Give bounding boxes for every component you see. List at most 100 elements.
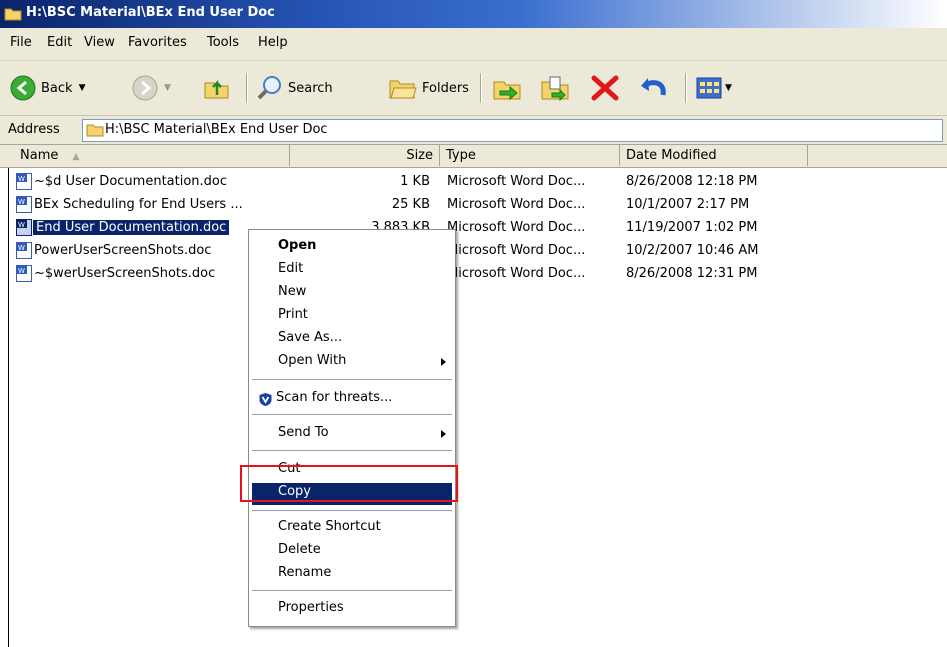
menu-favorites[interactable]: Favorites: [128, 35, 187, 50]
svg-text:W: W: [18, 198, 25, 206]
menu-item-print[interactable]: Print: [278, 307, 308, 322]
menu-item-scan[interactable]: Scan for threats...: [276, 390, 392, 405]
file-type: Microsoft Word Doc...: [447, 266, 586, 281]
views-dropdown-icon[interactable]: ▼: [725, 83, 732, 93]
file-date: 8/26/2008 12:31 PM: [626, 266, 758, 281]
address-label: Address: [8, 122, 60, 137]
copy-to-icon: [541, 76, 569, 102]
svg-text:W: W: [18, 267, 25, 275]
menu-item-create-shortcut[interactable]: Create Shortcut: [278, 519, 381, 534]
address-path: H:\BSC Material\BEx End User Doc: [105, 122, 328, 137]
folder-icon: [86, 124, 104, 137]
column-header-size-label: Size: [406, 148, 433, 163]
toolbar: Back ▼ ▼ Search Folders ▼: [0, 61, 947, 116]
file-date: 8/26/2008 12:18 PM: [626, 174, 758, 189]
title-bar: H:\BSC Material\BEx End User Doc: [0, 0, 947, 28]
file-name: ~$d User Documentation.doc: [34, 174, 228, 189]
up-folder-icon: [204, 79, 229, 99]
folders-icon: [389, 80, 417, 99]
submenu-arrow-icon: [441, 358, 446, 366]
menu-edit[interactable]: Edit: [47, 35, 72, 50]
search-button[interactable]: Search: [256, 61, 333, 115]
forward-button[interactable]: ▼: [132, 61, 171, 115]
column-header-row: Name ▲ Size Type Date Modified: [0, 145, 947, 168]
folders-button[interactable]: Folders: [388, 61, 469, 115]
delete-x-icon: [591, 75, 619, 101]
back-label: Back: [41, 80, 73, 96]
file-type: Microsoft Word Doc...: [447, 220, 586, 235]
file-name: End User Documentation.doc: [33, 216, 230, 239]
menu-item-open-with[interactable]: Open With: [278, 353, 346, 368]
column-header-size[interactable]: Size: [290, 145, 440, 166]
word-document-icon: W: [16, 265, 32, 282]
file-type: Microsoft Word Doc...: [447, 243, 586, 258]
views-icon: [696, 77, 722, 99]
menu-file[interactable]: File: [10, 35, 32, 50]
file-row[interactable]: W BEx Scheduling for End Users ... 25 KB…: [0, 193, 947, 216]
menu-item-edit[interactable]: Edit: [278, 261, 303, 276]
back-dropdown-icon[interactable]: ▼: [79, 83, 86, 93]
context-menu: Open Edit New Print Save As... Open With…: [248, 229, 456, 627]
column-header-name[interactable]: Name ▲: [0, 145, 290, 166]
back-arrow-icon: [10, 75, 36, 101]
back-button[interactable]: Back ▼: [10, 61, 85, 115]
address-bar: Address H:\BSC Material\BEx End User Doc: [0, 116, 947, 145]
word-document-icon: W: [16, 242, 32, 259]
column-header-date-label: Date Modified: [626, 148, 717, 163]
svg-text:W: W: [18, 175, 25, 183]
move-to-icon: [493, 81, 521, 101]
move-to-button[interactable]: [490, 61, 524, 115]
file-type: Microsoft Word Doc...: [447, 197, 586, 212]
menu-item-send-to[interactable]: Send To: [278, 425, 329, 440]
file-type: Microsoft Word Doc...: [447, 174, 586, 189]
svg-text:W: W: [18, 244, 25, 252]
file-size: 25 KB: [391, 197, 430, 212]
forward-arrow-icon: [132, 75, 158, 101]
menu-item-save-as[interactable]: Save As...: [278, 330, 342, 345]
undo-button[interactable]: [638, 61, 668, 115]
selected-file-name: End User Documentation.doc: [33, 220, 230, 235]
column-header-type-label: Type: [446, 148, 476, 163]
word-document-icon: W: [16, 219, 32, 236]
undo-icon: [641, 78, 666, 96]
file-date: 10/1/2007 2:17 PM: [626, 197, 750, 212]
file-row[interactable]: W ~$d User Documentation.doc 1 KB Micros…: [0, 170, 947, 193]
copy-to-button[interactable]: [538, 61, 572, 115]
file-date: 10/2/2007 10:46 AM: [626, 243, 759, 258]
up-folder-button[interactable]: [203, 61, 231, 115]
shield-icon: [259, 393, 272, 406]
column-header-type[interactable]: Type: [440, 145, 620, 166]
menu-bar: File Edit View Favorites Tools Help: [0, 28, 947, 61]
views-button[interactable]: ▼: [695, 61, 732, 115]
column-header-name-label: Name: [20, 148, 59, 163]
menu-item-rename[interactable]: Rename: [278, 565, 331, 580]
file-row[interactable]: W ~$werUserScreenShots.doc Microsoft Wor…: [0, 262, 947, 285]
word-document-icon: W: [16, 173, 32, 190]
annotation-highlight-box: [240, 465, 458, 502]
file-size: 1 KB: [400, 174, 430, 189]
column-header-date[interactable]: Date Modified: [620, 145, 808, 166]
file-name: BEx Scheduling for End Users ...: [34, 197, 243, 212]
menu-item-delete[interactable]: Delete: [278, 542, 321, 557]
delete-button[interactable]: [590, 61, 620, 115]
file-name: ~$werUserScreenShots.doc: [34, 266, 216, 281]
file-date: 11/19/2007 1:02 PM: [626, 220, 758, 235]
menu-item-new[interactable]: New: [278, 284, 306, 299]
menu-item-properties[interactable]: Properties: [278, 600, 344, 615]
search-icon: [257, 76, 281, 100]
menu-help[interactable]: Help: [258, 35, 288, 50]
folders-label: Folders: [422, 80, 469, 96]
word-document-icon: W: [16, 196, 32, 213]
address-field[interactable]: H:\BSC Material\BEx End User Doc: [82, 119, 943, 142]
menu-item-open[interactable]: Open: [278, 238, 316, 253]
file-row[interactable]: W PowerUserScreenShots.doc Microsoft Wor…: [0, 239, 947, 262]
menu-tools[interactable]: Tools: [207, 35, 239, 50]
menu-view[interactable]: View: [84, 35, 115, 50]
sort-ascending-icon: ▲: [72, 152, 80, 162]
forward-dropdown-icon[interactable]: ▼: [164, 83, 171, 93]
search-label: Search: [288, 80, 333, 96]
file-row-selected[interactable]: W End User Documentation.doc 3,883 KB Mi…: [0, 216, 947, 239]
submenu-arrow-icon: [441, 430, 446, 438]
svg-text:W: W: [18, 221, 25, 229]
file-name: PowerUserScreenShots.doc: [34, 243, 212, 258]
